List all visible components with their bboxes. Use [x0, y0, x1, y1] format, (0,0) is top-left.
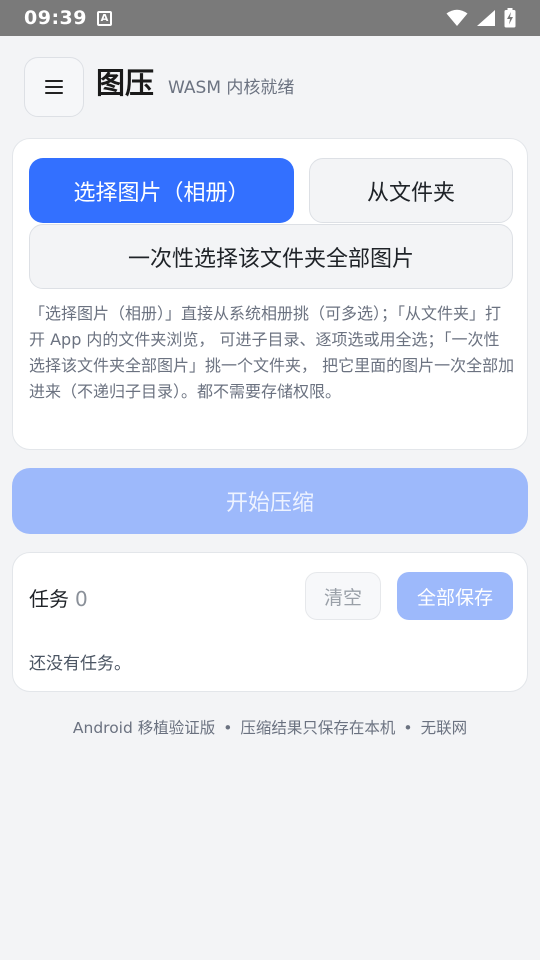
footer-local-only: 压缩结果只保存在本机: [240, 719, 396, 737]
status-left: 09:39 A: [24, 7, 112, 29]
tasks-empty-text: 还没有任务。: [29, 654, 131, 674]
engine-status: WASM 内核就绪: [168, 77, 295, 98]
picker-hint: 「选择图片（相册）」直接从系统相册挑（可多选）；「从文件夹」打开 App 内的文…: [29, 304, 515, 401]
notification-icon: A: [96, 10, 112, 26]
footer-separator: •: [403, 719, 413, 737]
footer-version: Android 移植验证版: [72, 719, 216, 737]
status-right: [446, 8, 516, 28]
image-picker-card: 选择图片（相册） 从文件夹 一次性选择该文件夹全部图片 「选择图片（相册）」直接…: [12, 138, 528, 450]
app-title: 图压: [96, 66, 155, 100]
clear-button[interactable]: 清空: [305, 572, 381, 620]
footer: Android 移植验证版 • 压缩结果只保存在本机 • 无联网: [0, 716, 540, 738]
pick-whole-folder-button[interactable]: 一次性选择该文件夹全部图片: [29, 224, 513, 289]
hamburger-menu-icon: [45, 80, 63, 94]
tasks-heading: 任务 0: [29, 583, 88, 612]
battery-charging-icon: [504, 8, 516, 28]
footer-offline: 无联网: [420, 719, 468, 737]
signal-icon: [477, 10, 495, 26]
tasks-label: 任务: [29, 587, 69, 611]
app-header: 图压 WASM 内核就绪: [24, 57, 516, 117]
from-folder-button[interactable]: 从文件夹: [309, 158, 513, 223]
footer-separator: •: [223, 719, 233, 737]
status-bar: 09:39 A: [0, 0, 540, 36]
start-compress-button[interactable]: 开始压缩: [12, 468, 528, 534]
pick-images-button[interactable]: 选择图片（相册）: [29, 158, 294, 223]
tasks-card: 任务 0 清空 全部保存 还没有任务。: [12, 552, 528, 692]
tasks-count: 0: [75, 587, 88, 611]
wifi-icon: [446, 9, 468, 26]
status-time: 09:39: [24, 7, 87, 29]
save-all-button[interactable]: 全部保存: [397, 572, 513, 620]
menu-button[interactable]: [24, 57, 84, 117]
